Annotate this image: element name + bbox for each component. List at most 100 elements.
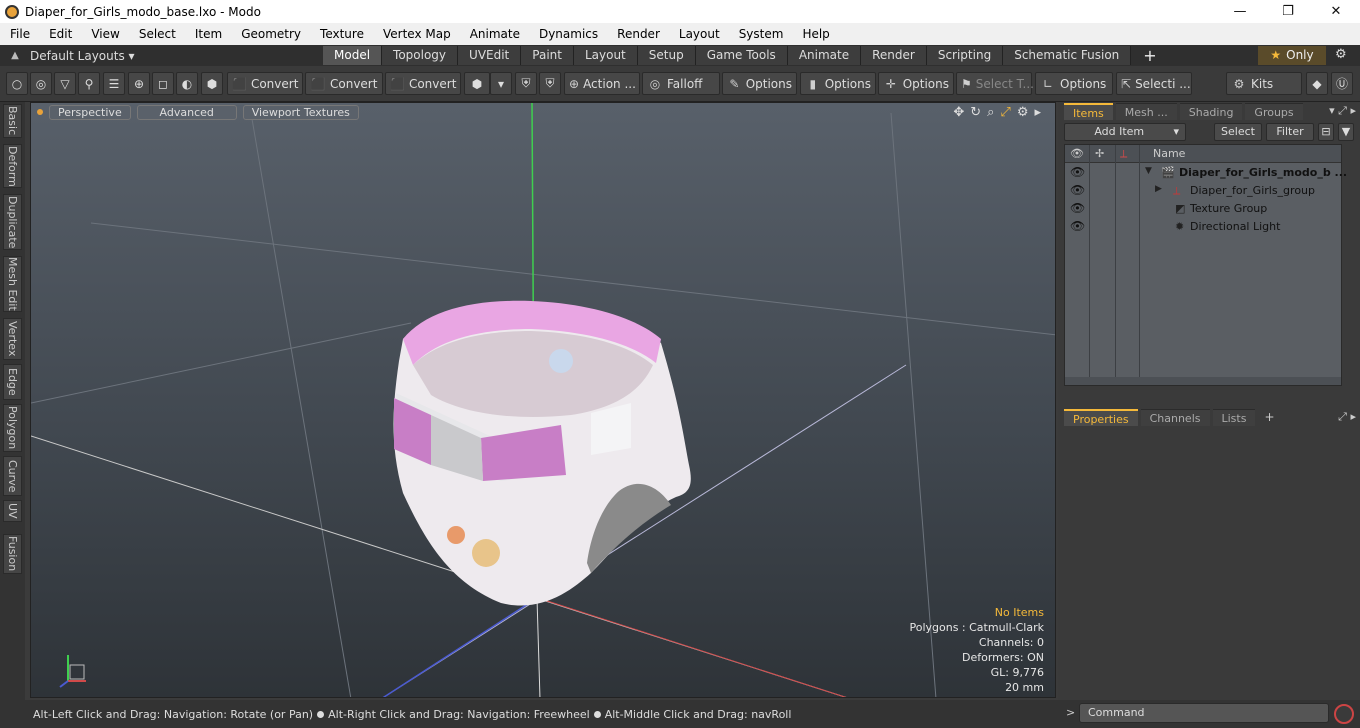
action-center-button[interactable]: ⊕ Action ... — [564, 72, 640, 95]
items-panel-controls-icon[interactable]: ▾ ⤢ ▸ — [1329, 104, 1356, 118]
menu-help[interactable]: Help — [792, 27, 838, 41]
properties-panel-controls-icon[interactable]: ⤢ ▸ — [1338, 410, 1356, 424]
options-button-3[interactable]: ✛ Options — [878, 72, 954, 95]
tab-properties[interactable]: Properties — [1064, 409, 1138, 426]
selecti-button[interactable]: ⇱ Selecti ... — [1116, 72, 1192, 95]
convert-button-1[interactable]: ⬛ Convert — [227, 72, 303, 95]
menu-geometry[interactable]: Geometry — [231, 27, 310, 41]
sidebar-tab-uv[interactable]: UV — [3, 500, 22, 522]
tree-row-directional-light[interactable]: 👁 ✹ Directional Light — [1065, 218, 1341, 236]
menu-edit[interactable]: Edit — [39, 27, 81, 41]
expand-arrow-icon[interactable]: ▶ — [1155, 184, 1162, 194]
tab-topology[interactable]: Topology — [382, 46, 459, 65]
tab-setup[interactable]: Setup — [637, 46, 696, 65]
add-item-button[interactable]: Add Item ▾ — [1064, 123, 1186, 141]
collapse-icon[interactable]: ⊟ — [1318, 123, 1334, 141]
select-t-button[interactable]: ⚑ Select T... — [956, 72, 1034, 95]
tab-groups[interactable]: Groups — [1245, 103, 1303, 120]
tab-render[interactable]: Render — [861, 46, 927, 65]
menu-animate[interactable]: Animate — [460, 27, 529, 41]
tree-row-texture-group[interactable]: 👁 ◩ Texture Group — [1065, 200, 1341, 218]
mesh-mode-icon[interactable]: ⬢ — [201, 72, 223, 95]
options-button-4[interactable]: ∟ Options — [1035, 72, 1113, 95]
expand-arrow-icon[interactable]: ▼ — [1145, 166, 1152, 176]
menu-system[interactable]: System — [729, 27, 793, 41]
select-vertices-icon[interactable]: ○ — [6, 72, 28, 95]
options-button-2[interactable]: ▮ Options — [800, 72, 876, 95]
convert-button-3[interactable]: ⬛ Convert — [385, 72, 461, 95]
eye-icon[interactable]: 👁 — [1070, 201, 1085, 215]
funnel-icon[interactable]: ▼ — [1338, 123, 1354, 141]
maximize-viewport-icon[interactable]: ⤢ — [1000, 105, 1010, 120]
pan-icon[interactable]: ✥ — [953, 105, 964, 120]
chevron-down-icon[interactable]: ▾ — [490, 72, 512, 95]
tab-mesh[interactable]: Mesh ... — [1115, 103, 1177, 120]
perspective-button[interactable]: Perspective — [49, 104, 131, 120]
sidebar-tab-fusion[interactable]: Fusion — [3, 534, 22, 574]
gear-icon[interactable]: ⚙ — [1335, 47, 1347, 62]
tab-layout[interactable]: Layout — [573, 46, 638, 65]
default-layouts-dropdown[interactable]: Default Layouts ▾ — [30, 49, 150, 63]
falloff-button[interactable]: ◎ Falloff — [642, 72, 720, 95]
3d-viewport[interactable]: Perspective Advanced Viewport Textures ✥… — [30, 102, 1056, 698]
sidebar-tab-edge[interactable]: Edge — [3, 364, 22, 400]
select-items-icon[interactable]: ⚲ — [78, 72, 100, 95]
tab-paint[interactable]: Paint — [521, 46, 574, 65]
menu-file[interactable]: File — [0, 27, 39, 41]
select-edges-mode-icon[interactable]: ◐ — [176, 72, 198, 95]
select-edges-icon[interactable]: ◎ — [30, 72, 52, 95]
tab-schematic-fusion[interactable]: Schematic Fusion — [1003, 46, 1132, 65]
sidebar-tab-curve[interactable]: Curve — [3, 456, 22, 496]
select-materials-icon[interactable]: ☰ — [103, 72, 125, 95]
add-panel-tab-icon[interactable]: + — [1264, 409, 1274, 427]
zoom-icon[interactable]: ⌕ — [987, 105, 994, 120]
items-tree-scrollbar[interactable] — [1065, 377, 1341, 385]
eye-icon[interactable]: 👁 — [1070, 219, 1085, 233]
tab-lists[interactable]: Lists — [1212, 409, 1256, 426]
sidebar-tab-basic[interactable]: Basic — [3, 104, 22, 138]
menu-item[interactable]: Item — [185, 27, 231, 41]
tree-row-group[interactable]: 👁 ▶ ⟂ Diaper_for_Girls_group — [1065, 182, 1341, 200]
menu-texture[interactable]: Texture — [310, 27, 373, 41]
convert-button-2[interactable]: ⬛ Convert — [305, 72, 383, 95]
viewport-gear-icon[interactable]: ⚙ — [1017, 105, 1029, 120]
sidebar-tab-polygon[interactable]: Polygon — [3, 404, 22, 452]
options-button-1[interactable]: ✎ Options — [722, 72, 797, 95]
menu-render[interactable]: Render — [607, 27, 669, 41]
sidebar-tab-vertex[interactable]: Vertex — [3, 318, 22, 360]
advanced-button[interactable]: Advanced — [136, 104, 237, 120]
tab-scripting[interactable]: Scripting — [926, 46, 1004, 65]
only-toggle[interactable]: ★ Only — [1258, 46, 1326, 65]
snap-icon[interactable]: ⛨ — [539, 72, 561, 95]
eye-icon[interactable]: 👁 — [1070, 183, 1085, 197]
select-button[interactable]: Select — [1214, 123, 1262, 141]
eye-icon[interactable]: 👁 — [1070, 165, 1085, 179]
tab-animate[interactable]: Animate — [787, 46, 862, 65]
viewport-arrow-icon[interactable]: ▸ — [1034, 105, 1041, 120]
filter-button[interactable]: Filter — [1266, 123, 1314, 141]
maximize-button[interactable]: ❐ — [1264, 4, 1312, 19]
menu-view[interactable]: View — [81, 27, 128, 41]
menu-vertex-map[interactable]: Vertex Map — [373, 27, 460, 41]
close-button[interactable]: ✕ — [1312, 4, 1360, 19]
tab-uvedit[interactable]: UVEdit — [458, 46, 522, 65]
sidebar-tab-deform[interactable]: Deform — [3, 144, 22, 188]
menu-select[interactable]: Select — [129, 27, 185, 41]
select-polygons-icon[interactable]: ▽ — [54, 72, 76, 95]
tab-channels[interactable]: Channels — [1140, 409, 1210, 426]
rotate-icon[interactable]: ↻ — [970, 105, 981, 120]
tab-shading[interactable]: Shading — [1179, 103, 1243, 120]
tab-items[interactable]: Items — [1064, 103, 1113, 120]
tab-model[interactable]: Model — [323, 46, 383, 65]
tree-row-scene[interactable]: 👁 ▼ 🎬 Diaper_for_Girls_modo_b ... — [1065, 164, 1347, 182]
select-center-icon[interactable]: ◻ — [152, 72, 174, 95]
diaper-model[interactable] — [393, 300, 691, 606]
unity-icon[interactable]: ◆ — [1306, 72, 1328, 95]
work-plane-icon[interactable]: ⬢ — [464, 72, 490, 95]
viewport-menu-dot-icon[interactable] — [37, 109, 43, 115]
viewport-textures-button[interactable]: Viewport Textures — [242, 104, 359, 120]
add-layout-tab-icon[interactable]: + — [1143, 46, 1156, 65]
kits-button[interactable]: ⚙ Kits — [1226, 72, 1302, 95]
menu-dynamics[interactable]: Dynamics — [529, 27, 607, 41]
symmetry-icon[interactable]: ⛨ — [515, 72, 537, 95]
